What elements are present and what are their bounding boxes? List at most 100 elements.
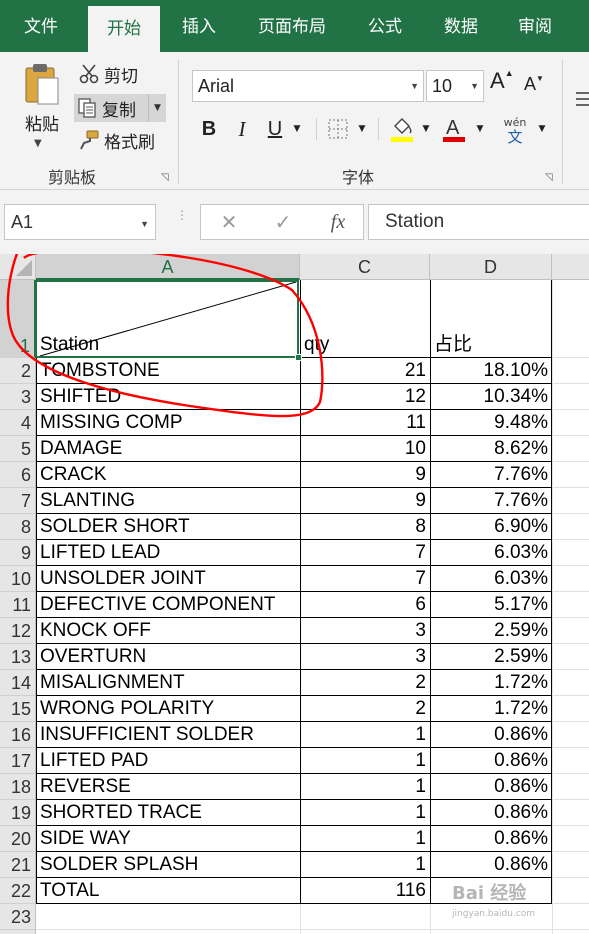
cell-a[interactable]: SIDE WAY bbox=[36, 826, 300, 852]
column-header-d[interactable]: D bbox=[430, 254, 552, 280]
cell-a[interactable]: SOLDER SPLASH bbox=[36, 852, 300, 878]
font-color-button[interactable]: A bbox=[440, 114, 468, 144]
cell-c[interactable] bbox=[300, 930, 430, 934]
row-header[interactable]: 22 bbox=[0, 878, 36, 904]
cell-a[interactable]: SHORTED TRACE bbox=[36, 800, 300, 826]
row-header[interactable]: 18 bbox=[0, 774, 36, 800]
cell-a[interactable]: MISSING COMP bbox=[36, 410, 300, 436]
chevron-down-icon[interactable]: ▼ bbox=[356, 114, 368, 144]
format-painter-button[interactable]: 格式刷 bbox=[78, 126, 155, 154]
cut-button[interactable]: 剪切 bbox=[78, 60, 138, 88]
tab-review[interactable]: 审阅 bbox=[502, 0, 568, 52]
cell-c[interactable]: 21 bbox=[300, 358, 430, 384]
insert-function-icon[interactable]: fx bbox=[323, 205, 353, 239]
row-header[interactable]: 5 bbox=[0, 436, 36, 462]
row-header[interactable]: 24 bbox=[0, 930, 36, 934]
chevron-down-icon[interactable]: ▼ bbox=[291, 114, 303, 144]
cell-c[interactable]: 3 bbox=[300, 618, 430, 644]
font-size-select[interactable]: 10 ▼ bbox=[426, 70, 484, 102]
cell-d[interactable]: 0.86% bbox=[430, 826, 552, 852]
cell-a[interactable]: INSUFFICIENT SOLDER bbox=[36, 722, 300, 748]
decrease-font-size-button[interactable]: A▼ bbox=[524, 74, 544, 95]
tab-page-layout[interactable]: 页面布局 bbox=[244, 0, 340, 52]
cell-c[interactable]: 1 bbox=[300, 826, 430, 852]
row-header[interactable]: 21 bbox=[0, 852, 36, 878]
tab-file[interactable]: 文件 bbox=[8, 0, 74, 52]
cell-a[interactable]: LIFTED LEAD bbox=[36, 540, 300, 566]
cell-a[interactable]: WRONG POLARITY bbox=[36, 696, 300, 722]
cell-d[interactable]: 2.59% bbox=[430, 618, 552, 644]
row-header[interactable]: 10 bbox=[0, 566, 36, 592]
row-header[interactable]: 16 bbox=[0, 722, 36, 748]
cell-c[interactable]: 2 bbox=[300, 670, 430, 696]
copy-dropdown-icon[interactable]: ▼ bbox=[148, 94, 166, 122]
tab-data[interactable]: 数据 bbox=[428, 0, 494, 52]
cell-d[interactable]: 5.17% bbox=[430, 592, 552, 618]
cell-c[interactable]: 9 bbox=[300, 488, 430, 514]
cell-c[interactable]: 1 bbox=[300, 800, 430, 826]
row-header[interactable]: 12 bbox=[0, 618, 36, 644]
cell-d[interactable]: 1.72% bbox=[430, 696, 552, 722]
font-name-select[interactable]: Arial ▼ bbox=[192, 70, 424, 102]
cell-a[interactable]: LIFTED PAD bbox=[36, 748, 300, 774]
cell-c[interactable]: qty bbox=[300, 280, 430, 358]
row-header[interactable]: 6 bbox=[0, 462, 36, 488]
cell-a[interactable]: TOMBSTONE bbox=[36, 358, 300, 384]
row-header[interactable]: 14 bbox=[0, 670, 36, 696]
cell-d[interactable]: 6.03% bbox=[430, 566, 552, 592]
cell-d[interactable] bbox=[430, 930, 552, 934]
tab-insert[interactable]: 插入 bbox=[166, 0, 232, 52]
tab-formulas[interactable]: 公式 bbox=[352, 0, 418, 52]
cell-d[interactable]: 1.72% bbox=[430, 670, 552, 696]
column-header-next[interactable] bbox=[552, 254, 589, 280]
cell-a[interactable]: MISALIGNMENT bbox=[36, 670, 300, 696]
cell-c[interactable]: 1 bbox=[300, 852, 430, 878]
cell-c[interactable]: 1 bbox=[300, 722, 430, 748]
row-header[interactable]: 23 bbox=[0, 904, 36, 930]
cell-c[interactable]: 11 bbox=[300, 410, 430, 436]
cell-d[interactable]: 7.76% bbox=[430, 462, 552, 488]
formula-input[interactable]: Station bbox=[368, 204, 589, 240]
cell-d[interactable]: 9.48% bbox=[430, 410, 552, 436]
copy-button[interactable]: 复制 bbox=[74, 94, 148, 122]
cell-c[interactable]: 2 bbox=[300, 696, 430, 722]
cell-d[interactable]: 0.86% bbox=[430, 722, 552, 748]
cell-c[interactable]: 10 bbox=[300, 436, 430, 462]
cell-c[interactable]: 9 bbox=[300, 462, 430, 488]
borders-button[interactable] bbox=[326, 114, 350, 144]
row-header[interactable]: 2 bbox=[0, 358, 36, 384]
cell-c[interactable]: 6 bbox=[300, 592, 430, 618]
select-all-corner[interactable] bbox=[0, 254, 36, 280]
fill-color-button[interactable] bbox=[388, 114, 416, 144]
chevron-down-icon[interactable]: ▼ bbox=[474, 114, 486, 144]
chevron-down-icon[interactable]: ▼ bbox=[536, 114, 548, 144]
row-header[interactable]: 11 bbox=[0, 592, 36, 618]
cell-c[interactable]: 116 bbox=[300, 878, 430, 904]
cell-a[interactable]: KNOCK OFF bbox=[36, 618, 300, 644]
chevron-down-icon[interactable]: ▼ bbox=[420, 114, 432, 144]
row-header[interactable]: 7 bbox=[0, 488, 36, 514]
row-header[interactable]: 9 bbox=[0, 540, 36, 566]
cell-d[interactable]: 6.03% bbox=[430, 540, 552, 566]
cell-c[interactable]: 3 bbox=[300, 644, 430, 670]
cell-c[interactable]: 8 bbox=[300, 514, 430, 540]
column-header-a[interactable]: A bbox=[36, 254, 300, 280]
underline-button[interactable]: U bbox=[264, 114, 286, 144]
dialog-launcher-icon[interactable]: ◹ bbox=[161, 172, 169, 183]
cell-a[interactable]: CRACK bbox=[36, 462, 300, 488]
cell-a[interactable] bbox=[36, 930, 300, 934]
cell-c[interactable]: 7 bbox=[300, 566, 430, 592]
cell-a[interactable]: DAMAGE bbox=[36, 436, 300, 462]
cell-a[interactable]: REVERSE bbox=[36, 774, 300, 800]
cell-c[interactable]: 7 bbox=[300, 540, 430, 566]
bold-button[interactable]: B bbox=[198, 114, 220, 144]
phonetic-guide-button[interactable]: wén 文 bbox=[500, 114, 530, 145]
cell-d[interactable]: 0.86% bbox=[430, 852, 552, 878]
cell-c[interactable]: 1 bbox=[300, 748, 430, 774]
chevron-down-icon[interactable]: ▼ bbox=[34, 138, 42, 149]
cell-a[interactable]: UNSOLDER JOINT bbox=[36, 566, 300, 592]
confirm-entry-icon[interactable]: ✓ bbox=[269, 205, 297, 239]
cell-d[interactable]: 2.59% bbox=[430, 644, 552, 670]
cell-a[interactable]: SLANTING bbox=[36, 488, 300, 514]
worksheet-grid[interactable]: A C D 1 Station qty 占比 2 TOMBSTONE 21 18.10% 3 SH… bbox=[0, 254, 589, 934]
